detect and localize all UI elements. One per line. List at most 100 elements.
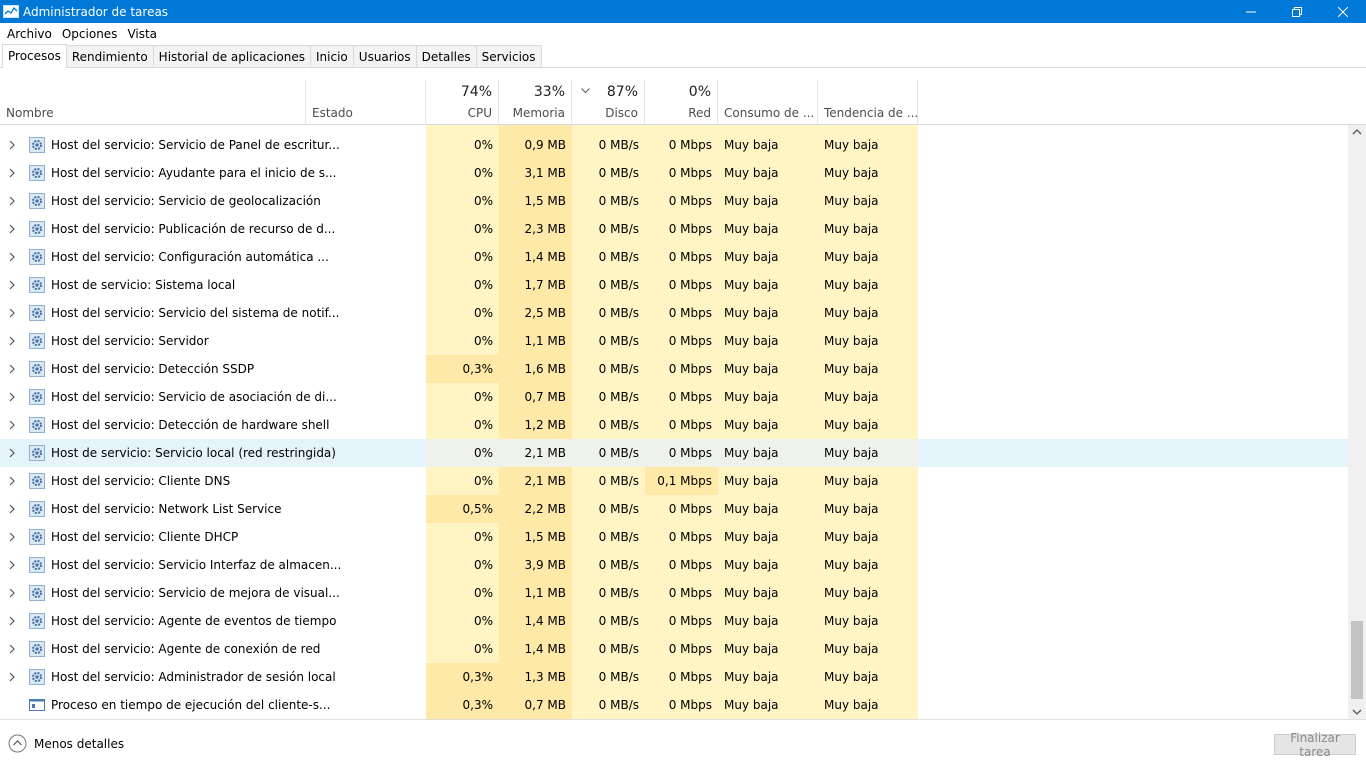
menu-opciones[interactable]: Opciones [57, 27, 123, 41]
chevron-right-icon[interactable] [8, 579, 16, 607]
memory-value: 1,6 MB [499, 355, 572, 383]
header-network[interactable]: 0% Red [645, 80, 718, 125]
disk-value: 0 MB/s [572, 467, 645, 495]
power-trend-value: Muy baja [818, 271, 918, 299]
process-row[interactable]: Host del servicio: Servicio de asociació… [0, 383, 1348, 411]
process-row[interactable]: Host del servicio: Servicio del sistema … [0, 299, 1348, 327]
power-trend-value: Muy baja [818, 607, 918, 635]
tab-detalles[interactable]: Detalles [415, 45, 477, 67]
close-button[interactable] [1320, 0, 1366, 23]
header-cpu[interactable]: 74% CPU [426, 80, 499, 125]
tab-inicio[interactable]: Inicio [310, 45, 354, 67]
network-value: 0 Mbps [645, 187, 718, 215]
chevron-right-icon[interactable] [8, 299, 16, 327]
end-task-button[interactable]: Finalizar tarea [1274, 731, 1356, 759]
chevron-right-icon[interactable] [8, 607, 16, 635]
process-row[interactable]: Host del servicio: Servicio de Panel de … [0, 131, 1348, 159]
vertical-scrollbar[interactable] [1348, 125, 1366, 719]
power-trend-value: Muy baja [818, 439, 918, 467]
cpu-value: 0% [426, 159, 499, 187]
cpu-value: 0% [426, 243, 499, 271]
scrollbar-thumb[interactable] [1351, 621, 1363, 699]
process-name: Host del servicio: Servidor [51, 334, 209, 348]
footer-bar: Menos detalles Finalizar tarea [0, 719, 1366, 768]
close-icon [1338, 6, 1348, 17]
tab-procesos[interactable]: Procesos [2, 44, 67, 68]
process-row[interactable]: Host del servicio: Detección de hardware… [0, 411, 1348, 439]
chevron-right-icon[interactable] [8, 327, 16, 355]
disk-value: 0 MB/s [572, 439, 645, 467]
gear-icon [29, 417, 45, 433]
process-row[interactable]: Host del servicio: Servicio de geolocali… [0, 187, 1348, 215]
chevron-right-icon[interactable] [8, 551, 16, 579]
cpu-value: 0% [426, 551, 499, 579]
scroll-down-icon[interactable] [1351, 707, 1363, 717]
gear-icon [29, 221, 45, 237]
process-row[interactable]: Host del servicio: Detección SSDP 0,3% 1,6… [0, 355, 1348, 383]
gear-icon [29, 361, 45, 377]
header-cpu-label: CPU [467, 106, 492, 120]
process-row[interactable]: Proceso en tiempo de ejecución del clien… [0, 691, 1348, 719]
tab-historial[interactable]: Historial de aplicaciones [152, 45, 312, 67]
process-row[interactable]: Host del servicio: Configuración automát… [0, 243, 1348, 271]
chevron-right-icon[interactable] [8, 215, 16, 243]
chevron-right-icon[interactable] [8, 159, 16, 187]
chevron-right-icon[interactable] [8, 467, 16, 495]
process-row[interactable]: Host de servicio: Sistema local 0% 1,7 MB 0… [0, 271, 1348, 299]
chevron-right-icon[interactable] [8, 187, 16, 215]
chevron-right-icon[interactable] [8, 131, 16, 159]
process-row[interactable]: Host del servicio: Cliente DNS 0% 2,1 MB 0 … [0, 467, 1348, 495]
tab-usuarios[interactable]: Usuarios [352, 45, 417, 67]
header-memory[interactable]: 33% Memoria [499, 80, 572, 125]
cpu-value: 0% [426, 411, 499, 439]
tab-servicios[interactable]: Servicios [475, 45, 542, 67]
cpu-value: 0% [426, 327, 499, 355]
chevron-right-icon[interactable] [8, 411, 16, 439]
process-row[interactable]: Host del servicio: Cliente DHCP 0% 1,5 MB 0… [0, 523, 1348, 551]
chevron-right-icon[interactable] [8, 355, 16, 383]
chevron-right-icon[interactable] [8, 523, 16, 551]
process-row[interactable]: Host del servicio: Agente de eventos de … [0, 607, 1348, 635]
power-trend-value: Muy baja [818, 327, 918, 355]
chevron-right-icon[interactable] [8, 635, 16, 663]
gear-icon [29, 333, 45, 349]
disk-value: 0 MB/s [572, 635, 645, 663]
power-value: Muy baja [718, 243, 818, 271]
tab-rendimiento[interactable]: Rendimiento [65, 45, 154, 67]
process-row[interactable]: Host del servicio: Publicación de recurs… [0, 215, 1348, 243]
chevron-right-icon[interactable] [8, 383, 16, 411]
cpu-value: 0,3% [426, 355, 499, 383]
chevron-right-icon[interactable] [8, 271, 16, 299]
chevron-right-icon[interactable] [8, 663, 16, 691]
chevron-right-icon[interactable] [8, 243, 16, 271]
title-bar: Administrador de tareas [0, 0, 1366, 23]
header-power[interactable]: Consumo de ... [718, 80, 818, 125]
minimize-button[interactable] [1228, 0, 1274, 23]
power-value: Muy baja [718, 187, 818, 215]
process-row[interactable]: Host del servicio: Servicio Interfaz de … [0, 551, 1348, 579]
chevron-right-icon[interactable] [8, 495, 16, 523]
process-row[interactable]: Host del servicio: Servidor 0% 1,1 MB 0 MB/… [0, 327, 1348, 355]
network-value: 0 Mbps [645, 663, 718, 691]
cpu-value: 0% [426, 579, 499, 607]
process-row[interactable]: Host del servicio: Agente de conexión de… [0, 635, 1348, 663]
chevron-right-icon[interactable] [8, 439, 16, 467]
gear-icon [29, 557, 45, 573]
process-row[interactable]: Host de servicio: Servicio local (red re… [0, 439, 1348, 467]
menu-archivo[interactable]: Archivo [2, 27, 57, 41]
header-name[interactable]: Nombre [0, 80, 306, 125]
less-details-button[interactable]: Menos detalles [8, 734, 124, 753]
network-value: 0 Mbps [645, 691, 718, 719]
process-row[interactable]: Host del servicio: Administrador de sesi… [0, 663, 1348, 691]
header-power-trend[interactable]: Tendencia de ... [818, 80, 918, 125]
header-disk[interactable]: 87% Disco [572, 80, 645, 125]
menu-vista[interactable]: Vista [122, 27, 162, 41]
power-value: Muy baja [718, 439, 818, 467]
memory-value: 1,4 MB [499, 635, 572, 663]
restore-button[interactable] [1274, 0, 1320, 23]
process-row[interactable]: Host del servicio: Servicio de mejora de… [0, 579, 1348, 607]
process-row[interactable]: Host del servicio: Ayudante para el inic… [0, 159, 1348, 187]
header-status[interactable]: Estado [306, 80, 426, 125]
scroll-up-icon[interactable] [1351, 127, 1363, 137]
process-row[interactable]: Host del servicio: Network List Service 0… [0, 495, 1348, 523]
